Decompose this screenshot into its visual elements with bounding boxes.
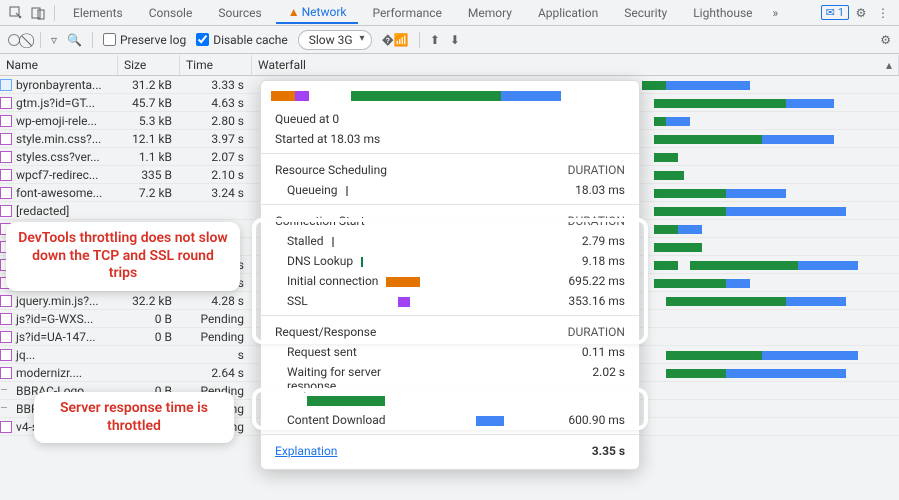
file-icon (0, 97, 12, 109)
download-icon[interactable]: ⬇ (450, 33, 460, 47)
tab-console[interactable]: Console (137, 2, 205, 24)
inspect-icon[interactable] (6, 3, 26, 23)
gear-icon[interactable]: ⚙ (880, 33, 891, 47)
request-name: gtm.js?id=GT... (16, 96, 95, 110)
started-label: Started at 18.03 ms (275, 132, 380, 146)
request-name: js?id=UA-147... (16, 330, 96, 344)
col-time[interactable]: Time (180, 55, 252, 75)
request-time: 2.64 s (180, 366, 252, 380)
disable-cache-checkbox[interactable]: Disable cache (196, 33, 288, 47)
table-header: Name Size Time Waterfall▴ (0, 54, 899, 76)
request-name: wpcf7-redirec... (16, 168, 98, 182)
request-size: 1.1 kB (118, 150, 180, 164)
more-tabs-icon[interactable]: » (767, 6, 785, 20)
gear-icon[interactable]: ⚙ (851, 3, 871, 23)
file-icon (0, 169, 12, 181)
request-name: jq... (16, 348, 35, 362)
record-icon[interactable] (8, 34, 20, 46)
explanation-link[interactable]: Explanation (275, 444, 337, 458)
file-icon (0, 133, 12, 145)
tab-elements[interactable]: Elements (61, 2, 135, 24)
search-icon[interactable]: 🔍 (67, 33, 82, 47)
devtools-tabbar: Elements Console Sources ▲Network Perfor… (0, 0, 899, 26)
request-name: modernizr.... (16, 366, 82, 380)
request-time: 3.33 s (180, 78, 252, 92)
file-icon (0, 331, 12, 343)
file-icon (0, 115, 12, 127)
request-time: Pending (180, 312, 252, 326)
request-time: 4.63 s (180, 96, 252, 110)
sort-icon: ▴ (886, 58, 892, 72)
tab-memory[interactable]: Memory (456, 2, 524, 24)
col-waterfall[interactable]: Waterfall▴ (252, 55, 899, 75)
upload-icon[interactable]: ⬆ (430, 33, 440, 47)
throttle-select[interactable]: Slow 3G (298, 30, 372, 50)
file-icon (0, 313, 12, 325)
request-time: s (180, 348, 252, 362)
request-size: 0 B (118, 330, 180, 344)
file-icon (0, 79, 12, 91)
request-name: [redacted] (16, 204, 69, 218)
request-size: 335 B (118, 168, 180, 182)
request-name: font-awesome... (16, 186, 102, 200)
callout-server-throttled: Server response time is throttled (34, 392, 234, 443)
tab-security[interactable]: Security (612, 2, 679, 24)
timing-popup: Queued at 0 Started at 18.03 ms Resource… (260, 80, 640, 470)
request-time: 3.24 s (180, 186, 252, 200)
col-name[interactable]: Name (0, 55, 118, 75)
request-size: 31.2 kB (118, 78, 180, 92)
warning-icon: ▲ (288, 5, 300, 19)
request-name: styles.css?ver... (16, 150, 100, 164)
request-size: 5.3 kB (118, 114, 180, 128)
request-size: 12.1 kB (118, 132, 180, 146)
cs-header: Connection Start (275, 214, 365, 228)
request-name: js?id=G-WXS... (16, 312, 93, 326)
file-icon (0, 367, 12, 379)
callout-tcp-ssl: DevTools throttling does not slow down t… (6, 222, 240, 291)
rs-header: Resource Scheduling (275, 163, 387, 177)
filter-icon[interactable]: ▿ (51, 33, 57, 47)
request-size: 0 B (118, 312, 180, 326)
file-icon (0, 151, 12, 163)
request-size: 32.2 kB (118, 294, 180, 308)
timing-bar (271, 89, 629, 103)
tab-lighthouse[interactable]: Lighthouse (681, 2, 764, 24)
tab-application[interactable]: Application (526, 2, 610, 24)
request-time: 3.97 s (180, 132, 252, 146)
tab-sources[interactable]: Sources (206, 2, 273, 24)
request-name: style.min.css?... (16, 132, 101, 146)
request-time: Pending (180, 330, 252, 344)
request-time: 4.28 s (180, 294, 252, 308)
col-size[interactable]: Size (118, 55, 180, 75)
request-name: wp-emoji-rele... (16, 114, 97, 128)
request-name: jquery.min.js?... (16, 294, 99, 308)
kebab-icon[interactable]: ⋮ (873, 3, 893, 23)
request-name: byronbayrenta... (16, 78, 102, 92)
rr-header: Request/Response (275, 325, 376, 339)
preserve-log-checkbox[interactable]: Preserve log (103, 33, 186, 47)
wifi-icon[interactable]: �📶 (382, 33, 409, 47)
queued-label: Queued at 0 (275, 112, 339, 126)
file-icon: – (0, 403, 12, 415)
file-icon (0, 187, 12, 199)
file-icon (0, 421, 12, 433)
file-icon (0, 349, 12, 361)
tab-performance[interactable]: Performance (360, 2, 453, 24)
file-icon: – (0, 385, 12, 397)
request-size: 7.2 kB (118, 186, 180, 200)
tab-network[interactable]: ▲Network (276, 1, 359, 24)
device-icon[interactable] (28, 3, 48, 23)
file-icon (0, 295, 12, 307)
request-time: 2.07 s (180, 150, 252, 164)
file-icon (0, 205, 12, 217)
request-size: 45.7 kB (118, 96, 180, 110)
request-time: 2.80 s (180, 114, 252, 128)
request-time: 2.10 s (180, 168, 252, 182)
messages-badge[interactable]: ✉ 1 (821, 5, 849, 20)
network-toolbar: ⃠ ▿ 🔍 Preserve log Disable cache Slow 3G… (0, 26, 899, 54)
